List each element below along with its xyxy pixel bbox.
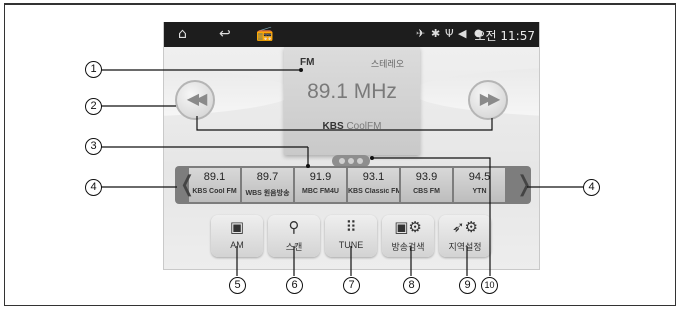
callout-4-left: 4 — [85, 179, 102, 196]
callout-4-right: 4 — [583, 179, 600, 196]
leader-dot — [299, 68, 303, 72]
callout-6: 6 — [286, 277, 303, 294]
leader-line — [372, 157, 491, 276]
callout-3: 3 — [85, 138, 102, 155]
callout-7: 7 — [343, 277, 360, 294]
leader-dot — [370, 156, 374, 160]
callout-9: 9 — [459, 277, 476, 294]
callout-10: 10 — [481, 277, 498, 294]
callout-2: 2 — [85, 98, 102, 115]
callout-leader-lines — [101, 68, 583, 276]
callout-5: 5 — [229, 277, 246, 294]
leader-line — [196, 116, 493, 131]
callout-8: 8 — [403, 277, 420, 294]
leader-dot — [306, 164, 310, 168]
callout-1: 1 — [85, 61, 102, 78]
